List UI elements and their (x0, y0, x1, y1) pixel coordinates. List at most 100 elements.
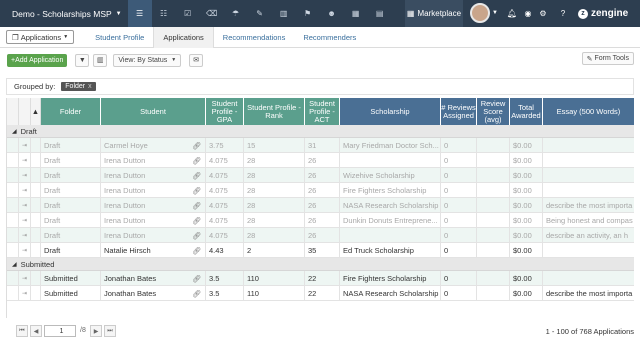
help-icon[interactable]: ? (556, 0, 570, 27)
table-row[interactable]: ⇥ Draft Carmel Hoye 🔗︎ 3.75 15 31 Mary Friedman… (7, 138, 634, 153)
open-record-icon[interactable]: ⇥ (19, 228, 31, 243)
users-icon[interactable]: ☻ (320, 0, 344, 27)
tab-student-profile[interactable]: Student Profile (86, 27, 153, 48)
table-row[interactable]: ⇥ Draft Irena Dutton 🔗︎ 4.075 28 26 NASA Resear… (7, 198, 634, 213)
activity-icon[interactable]: ◉ (521, 0, 535, 27)
filter-icon[interactable]: ▼ (75, 53, 90, 67)
column-header[interactable]: Student Profile - Rank (244, 98, 305, 125)
table-row[interactable]: ⇥ Submitted Jonathan Bates 🔗︎ 3.5 110 22 Fire F… (7, 271, 634, 286)
column-header[interactable]: Student Profile - GPA (206, 98, 244, 125)
column-header[interactable]: Folder (41, 98, 101, 125)
add-application-button[interactable]: +Add Application (7, 53, 68, 67)
open-record-icon[interactable]: ⇥ (19, 183, 31, 198)
form-tools-button[interactable]: ✎ Form Tools (581, 52, 634, 65)
app-selector[interactable]: ❐ Applications ▼ (6, 30, 75, 44)
trash-icon[interactable]: ⌫ (200, 0, 224, 27)
calendar-icon[interactable]: ▦ (344, 0, 368, 27)
column-header[interactable]: Essay (500 Words) (543, 98, 634, 125)
table-row[interactable]: ⇥ Draft Irena Dutton 🔗︎ 4.075 28 26 Fire Fighte… (7, 183, 634, 198)
page-input[interactable]: 1 (44, 325, 76, 337)
open-record-icon[interactable]: ⇥ (19, 198, 31, 213)
cell-act: 35 (305, 243, 340, 258)
table-row[interactable]: ⇥ Submitted Jonathan Bates 🔗︎ 3.5 110 22 NASA R… (7, 286, 634, 301)
cell-act: 22 (305, 271, 340, 286)
last-page-button[interactable]: ⏭ (104, 325, 116, 337)
cell-rank: 110 (244, 286, 305, 301)
cell-folder: Draft (41, 153, 101, 168)
flag-icon[interactable]: ⚑ (296, 0, 320, 27)
first-page-button[interactable]: ⏮ (16, 325, 28, 337)
cell-gpa: 4.075 (206, 198, 244, 213)
cell-act: 26 (305, 168, 340, 183)
edit-icon[interactable]: ✎ (248, 0, 272, 27)
columns-icon[interactable]: ▥ (272, 0, 296, 27)
tab-applications[interactable]: Applications (153, 26, 214, 48)
collapse-icon[interactable]: ◢ (12, 128, 17, 135)
collapse-icon[interactable]: ◢ (12, 261, 17, 268)
cell-score (477, 168, 510, 183)
cell-score (477, 271, 510, 286)
view-selector-label: View: By Status (118, 56, 168, 64)
workspace-selector[interactable]: Demo - Scholarships MSP ▼ (0, 0, 128, 27)
marketplace-button[interactable]: ▦ Marketplace (405, 0, 463, 27)
column-header[interactable]: Student Profile - ACT (305, 98, 340, 125)
chat-icon[interactable]: ☷ (152, 0, 176, 27)
table-row[interactable]: ⇥ Draft Irena Dutton 🔗︎ 4.075 28 26 0 $0.00 descr… (7, 228, 634, 243)
cell-spacer (31, 168, 41, 183)
database-icon[interactable]: ☰ (127, 0, 152, 27)
bell-icon[interactable]: 🔔︎ (505, 0, 519, 27)
columns-icon[interactable]: ▥ (93, 53, 108, 67)
view-selector[interactable]: View: By Status ▼ (113, 53, 182, 67)
chart-icon[interactable]: ▤ (368, 0, 392, 27)
open-record-icon[interactable]: ⇥ (19, 286, 31, 301)
gear-icon[interactable]: ⚙ (536, 0, 550, 27)
group-header[interactable]: ◢ Draft (7, 125, 634, 138)
column-header[interactable]: # Reviews Assigned (441, 98, 477, 125)
handshake-icon[interactable]: ☂ (224, 0, 248, 27)
next-page-button[interactable]: ▶ (90, 325, 102, 337)
group-chip-folder[interactable]: Folder x (61, 82, 96, 91)
link-icon[interactable]: 🔗︎ (192, 202, 201, 210)
tab-recommenders[interactable]: Recommenders (294, 27, 365, 48)
link-icon[interactable]: 🔗︎ (192, 290, 201, 298)
link-icon[interactable]: 🔗︎ (192, 275, 201, 283)
table-row[interactable]: ⇥ Draft Irena Dutton 🔗︎ 4.075 28 26 Wizehive Sc… (7, 168, 634, 183)
column-header[interactable]: Scholarship (340, 98, 441, 125)
tab-recommendations[interactable]: Recommendations (214, 27, 295, 48)
open-record-icon[interactable]: ⇥ (19, 153, 31, 168)
table-row[interactable]: ⇥ Draft Irena Dutton 🔗︎ 4.075 28 26 Dunkin Donu… (7, 213, 634, 228)
link-icon[interactable]: 🔗︎ (192, 187, 201, 195)
prev-page-button[interactable]: ◀ (30, 325, 42, 337)
column-header[interactable]: Review Score (avg) (477, 98, 510, 125)
column-header[interactable]: Total Awarded (510, 98, 543, 125)
header-spacer[interactable] (19, 98, 31, 125)
user-menu[interactable]: ▼ (470, 3, 498, 23)
header-spacer[interactable] (7, 98, 19, 125)
link-icon[interactable]: 🔗︎ (192, 247, 201, 255)
table-row[interactable]: ⇥ Draft Irena Dutton 🔗︎ 4.075 28 26 0 $0.00 (7, 153, 634, 168)
link-icon[interactable]: 🔗︎ (192, 232, 201, 240)
open-record-icon[interactable]: ⇥ (19, 213, 31, 228)
tasks-icon[interactable]: ☑ (176, 0, 200, 27)
cell-essay: describe an activity, an h (543, 228, 634, 243)
cell-awarded: $0.00 (510, 228, 543, 243)
link-icon[interactable]: 🔗︎ (192, 172, 201, 180)
open-record-icon[interactable]: ⇥ (19, 271, 31, 286)
open-record-icon[interactable]: ⇥ (19, 168, 31, 183)
cell-student: Irena Dutton 🔗︎ (101, 213, 206, 228)
cell-spacer (31, 198, 41, 213)
group-header[interactable]: ◢ Submitted (7, 258, 634, 271)
link-icon[interactable]: 🔗︎ (192, 157, 201, 165)
open-record-icon[interactable]: ⇥ (19, 243, 31, 258)
cell-folder: Draft (41, 228, 101, 243)
cell-folder: Submitted (41, 286, 101, 301)
link-icon[interactable]: 🔗︎ (192, 217, 201, 225)
table-row[interactable]: ⇥ Draft Natalie Hirsch 🔗︎ 4.43 2 35 Ed Truck Sc… (7, 243, 634, 258)
email-icon[interactable]: ✉ (189, 53, 204, 67)
sort-arrow-icon[interactable]: ▲ (31, 98, 41, 125)
link-icon[interactable]: 🔗︎ (192, 142, 201, 150)
open-record-icon[interactable]: ⇥ (19, 138, 31, 153)
column-header[interactable]: Student (101, 98, 206, 125)
remove-group-button[interactable]: x (88, 83, 92, 90)
store-icon: ▦ (406, 9, 415, 18)
